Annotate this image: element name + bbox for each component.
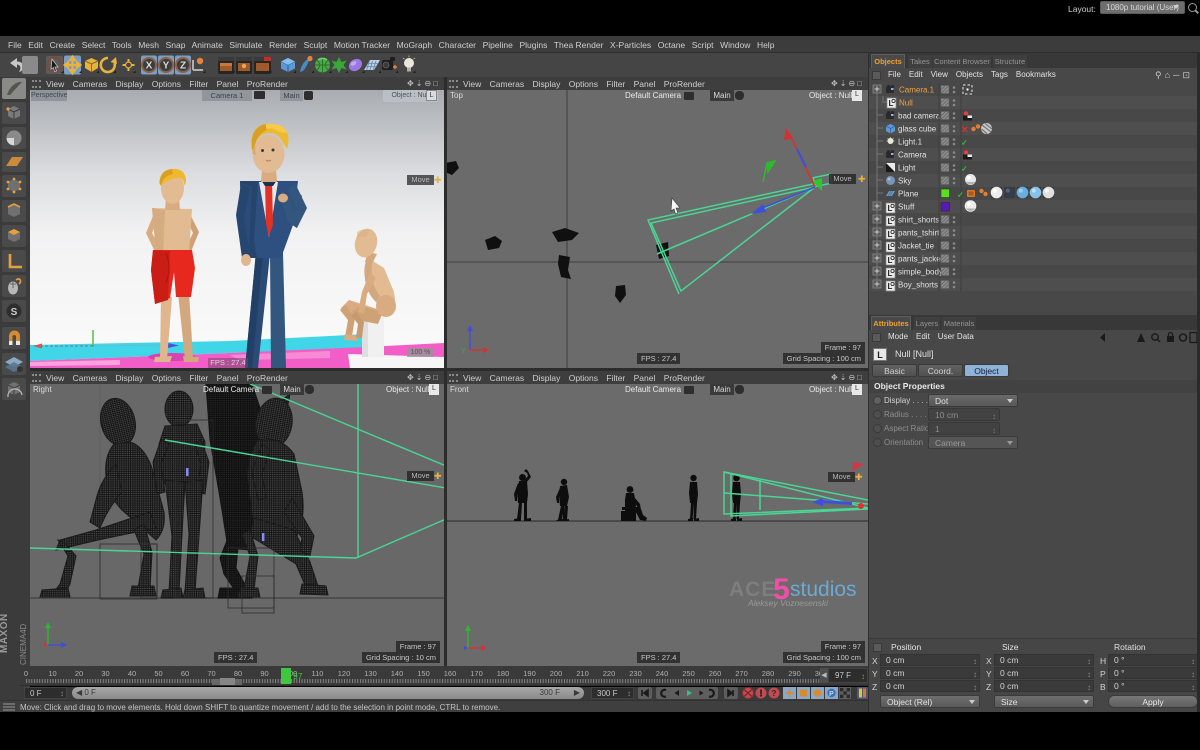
svg-text:110: 110 (312, 669, 324, 678)
svg-text:pants_tshirt: pants_tshirt (898, 229, 940, 238)
svg-text:230: 230 (629, 669, 642, 678)
svg-text:L: L (888, 282, 893, 291)
svg-text:Camera.1: Camera.1 (899, 86, 935, 95)
svg-text:170: 170 (470, 669, 483, 678)
svg-text:0: 0 (24, 669, 28, 678)
svg-text:210: 210 (576, 669, 589, 678)
svg-text:✓: ✓ (957, 191, 964, 200)
svg-text:97: 97 (293, 671, 303, 681)
svg-text:L: L (888, 230, 893, 239)
svg-text:Plane: Plane (898, 190, 919, 199)
svg-text:190: 190 (523, 669, 536, 678)
svg-text:80: 80 (234, 669, 242, 678)
svg-text:L: L (888, 243, 893, 252)
svg-text:240: 240 (656, 669, 669, 678)
svg-text:290: 290 (788, 669, 801, 678)
svg-text:Y: Y (163, 61, 170, 72)
svg-text:260: 260 (709, 669, 722, 678)
svg-text:180: 180 (497, 669, 510, 678)
svg-text:✓: ✓ (961, 139, 968, 148)
svg-text:?: ? (772, 689, 777, 698)
svg-text:150: 150 (417, 669, 430, 678)
svg-text:Boy_shorts: Boy_shorts (898, 281, 938, 290)
svg-text:Z: Z (180, 61, 186, 72)
svg-text:40: 40 (128, 669, 136, 678)
svg-text:280: 280 (762, 669, 775, 678)
svg-text:20: 20 (75, 669, 83, 678)
svg-text:Camera: Camera (898, 151, 927, 160)
svg-text:bad camera: bad camera (898, 112, 941, 121)
svg-text:Jacket_tie: Jacket_tie (898, 242, 935, 251)
svg-text:S: S (11, 307, 18, 318)
svg-text:60: 60 (181, 669, 189, 678)
svg-text:90: 90 (260, 669, 268, 678)
svg-text:P: P (829, 691, 834, 698)
svg-text:simple_body: simple_body (898, 268, 943, 277)
svg-text:250: 250 (682, 669, 695, 678)
svg-text:Sky: Sky (898, 177, 911, 186)
svg-text:Light: Light (898, 164, 916, 173)
svg-text:Null: Null (899, 99, 913, 108)
svg-text:Stuff: Stuff (898, 203, 915, 212)
svg-text:10: 10 (48, 669, 56, 678)
svg-text:50: 50 (154, 669, 162, 678)
svg-text:✓: ✓ (961, 165, 968, 174)
svg-text:Light.1: Light.1 (898, 138, 923, 147)
svg-text:L: L (888, 217, 893, 226)
svg-text:70: 70 (207, 669, 215, 678)
svg-text:270: 270 (735, 669, 748, 678)
svg-text:L: L (889, 99, 894, 108)
svg-text:Aleksey Voznesenski: Aleksey Voznesenski (747, 598, 829, 608)
svg-text:L: L (888, 204, 893, 213)
svg-text:120: 120 (338, 669, 351, 678)
svg-text:shirt_shorts: shirt_shorts (898, 216, 939, 225)
svg-text:130: 130 (364, 669, 377, 678)
svg-text:Y: Y (461, 348, 466, 355)
svg-text:pants_jacket: pants_jacket (898, 255, 944, 264)
svg-text:140: 140 (391, 669, 404, 678)
svg-text:220: 220 (603, 669, 616, 678)
svg-text:L: L (888, 256, 893, 265)
svg-text:200: 200 (550, 669, 563, 678)
svg-text:X: X (146, 61, 153, 72)
svg-text:glass cube: glass cube (898, 125, 937, 134)
svg-text:160: 160 (444, 669, 457, 678)
svg-text:30: 30 (101, 669, 109, 678)
svg-text:✕: ✕ (961, 125, 969, 135)
svg-text:L: L (888, 269, 893, 278)
